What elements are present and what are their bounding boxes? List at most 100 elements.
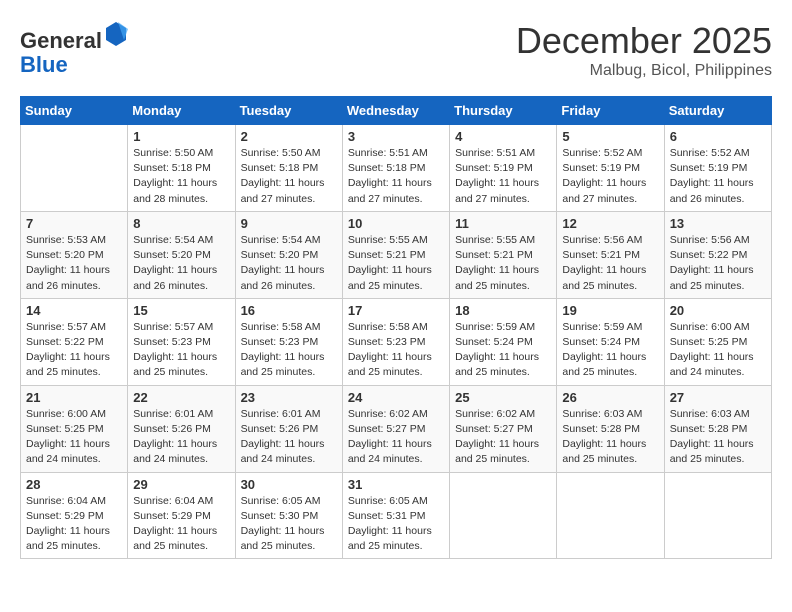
day-info: Sunrise: 6:00 AMSunset: 5:25 PMDaylight:… — [670, 320, 766, 381]
calendar-cell — [450, 472, 557, 559]
day-number: 12 — [562, 216, 658, 231]
day-header-sunday: Sunday — [21, 97, 128, 125]
day-info: Sunrise: 5:57 AMSunset: 5:23 PMDaylight:… — [133, 320, 229, 381]
day-header-thursday: Thursday — [450, 97, 557, 125]
calendar-cell: 28 Sunrise: 6:04 AMSunset: 5:29 PMDayligh… — [21, 472, 128, 559]
day-header-friday: Friday — [557, 97, 664, 125]
calendar-cell: 27 Sunrise: 6:03 AMSunset: 5:28 PMDayligh… — [664, 385, 771, 472]
day-info: Sunrise: 5:54 AMSunset: 5:20 PMDaylight:… — [133, 233, 229, 294]
day-number: 1 — [133, 129, 229, 144]
day-info: Sunrise: 5:50 AMSunset: 5:18 PMDaylight:… — [133, 146, 229, 207]
calendar-cell: 12 Sunrise: 5:56 AMSunset: 5:21 PMDayligh… — [557, 211, 664, 298]
day-number: 13 — [670, 216, 766, 231]
day-number: 9 — [241, 216, 337, 231]
calendar-cell: 30 Sunrise: 6:05 AMSunset: 5:30 PMDayligh… — [235, 472, 342, 559]
calendar-cell: 8 Sunrise: 5:54 AMSunset: 5:20 PMDaylight… — [128, 211, 235, 298]
day-number: 17 — [348, 303, 444, 318]
calendar-cell: 25 Sunrise: 6:02 AMSunset: 5:27 PMDayligh… — [450, 385, 557, 472]
day-number: 18 — [455, 303, 551, 318]
day-number: 8 — [133, 216, 229, 231]
day-number: 10 — [348, 216, 444, 231]
location-subtitle: Malbug, Bicol, Philippines — [516, 62, 772, 80]
day-info: Sunrise: 6:02 AMSunset: 5:27 PMDaylight:… — [455, 407, 551, 468]
calendar-cell: 22Sunrise: 6:01 AMSunset: 5:26 PMDayligh… — [128, 385, 235, 472]
day-info: Sunrise: 5:54 AMSunset: 5:20 PMDaylight:… — [241, 233, 337, 294]
calendar-cell — [21, 125, 128, 212]
calendar-cell: 4 Sunrise: 5:51 AMSunset: 5:19 PMDaylight… — [450, 125, 557, 212]
calendar-cell — [664, 472, 771, 559]
day-header-wednesday: Wednesday — [342, 97, 449, 125]
day-info: Sunrise: 6:04 AMSunset: 5:29 PMDaylight:… — [26, 494, 122, 555]
day-number: 31 — [348, 477, 444, 492]
day-number: 25 — [455, 390, 551, 405]
calendar-cell: 2 Sunrise: 5:50 AMSunset: 5:18 PMDaylight… — [235, 125, 342, 212]
day-number: 27 — [670, 390, 766, 405]
calendar-cell: 11 Sunrise: 5:55 AMSunset: 5:21 PMDayligh… — [450, 211, 557, 298]
day-info: Sunrise: 5:51 AMSunset: 5:19 PMDaylight:… — [455, 146, 551, 207]
day-number: 24 — [348, 390, 444, 405]
calendar-cell: 10Sunrise: 5:55 AMSunset: 5:21 PMDayligh… — [342, 211, 449, 298]
day-info: Sunrise: 6:01 AMSunset: 5:26 PMDaylight:… — [133, 407, 229, 468]
calendar-cell: 23Sunrise: 6:01 AMSunset: 5:26 PMDayligh… — [235, 385, 342, 472]
day-info: Sunrise: 6:03 AMSunset: 5:28 PMDaylight:… — [670, 407, 766, 468]
calendar-cell: 16Sunrise: 5:58 AMSunset: 5:23 PMDayligh… — [235, 298, 342, 385]
day-header-saturday: Saturday — [664, 97, 771, 125]
day-info: Sunrise: 6:04 AMSunset: 5:29 PMDaylight:… — [133, 494, 229, 555]
day-info: Sunrise: 5:52 AMSunset: 5:19 PMDaylight:… — [670, 146, 766, 207]
month-title: December 2025 — [516, 20, 772, 62]
day-number: 11 — [455, 216, 551, 231]
day-number: 2 — [241, 129, 337, 144]
calendar-cell: 6 Sunrise: 5:52 AMSunset: 5:19 PMDaylight… — [664, 125, 771, 212]
day-info: Sunrise: 5:51 AMSunset: 5:18 PMDaylight:… — [348, 146, 444, 207]
calendar-week-row: 14Sunrise: 5:57 AMSunset: 5:22 PMDayligh… — [21, 298, 772, 385]
day-number: 30 — [241, 477, 337, 492]
day-number: 4 — [455, 129, 551, 144]
day-number: 28 — [26, 477, 122, 492]
day-number: 26 — [562, 390, 658, 405]
calendar-cell: 21Sunrise: 6:00 AMSunset: 5:25 PMDayligh… — [21, 385, 128, 472]
day-number: 3 — [348, 129, 444, 144]
calendar-cell: 13Sunrise: 5:56 AMSunset: 5:22 PMDayligh… — [664, 211, 771, 298]
calendar-cell: 1 Sunrise: 5:50 AMSunset: 5:18 PMDaylight… — [128, 125, 235, 212]
day-number: 21 — [26, 390, 122, 405]
day-info: Sunrise: 6:05 AMSunset: 5:30 PMDaylight:… — [241, 494, 337, 555]
day-number: 15 — [133, 303, 229, 318]
calendar-cell: 31 Sunrise: 6:05 AMSunset: 5:31 PMDayligh… — [342, 472, 449, 559]
day-info: Sunrise: 5:53 AMSunset: 5:20 PMDaylight:… — [26, 233, 122, 294]
calendar-week-row: 7 Sunrise: 5:53 AMSunset: 5:20 PMDaylight… — [21, 211, 772, 298]
day-number: 7 — [26, 216, 122, 231]
logo: General Blue — [20, 20, 128, 77]
day-info: Sunrise: 5:59 AMSunset: 5:24 PMDaylight:… — [455, 320, 551, 381]
day-info: Sunrise: 5:58 AMSunset: 5:23 PMDaylight:… — [348, 320, 444, 381]
calendar-cell: 18 Sunrise: 5:59 AMSunset: 5:24 PMDayligh… — [450, 298, 557, 385]
logo-icon — [104, 20, 128, 48]
calendar-cell: 3 Sunrise: 5:51 AMSunset: 5:18 PMDaylight… — [342, 125, 449, 212]
calendar-cell: 26Sunrise: 6:03 AMSunset: 5:28 PMDayligh… — [557, 385, 664, 472]
calendar-cell: 14Sunrise: 5:57 AMSunset: 5:22 PMDayligh… — [21, 298, 128, 385]
day-number: 20 — [670, 303, 766, 318]
calendar-week-row: 1 Sunrise: 5:50 AMSunset: 5:18 PMDaylight… — [21, 125, 772, 212]
calendar-cell: 7 Sunrise: 5:53 AMSunset: 5:20 PMDaylight… — [21, 211, 128, 298]
calendar-cell: 9 Sunrise: 5:54 AMSunset: 5:20 PMDaylight… — [235, 211, 342, 298]
day-number: 6 — [670, 129, 766, 144]
logo-blue: Blue — [20, 52, 68, 77]
day-number: 5 — [562, 129, 658, 144]
day-number: 19 — [562, 303, 658, 318]
day-number: 29 — [133, 477, 229, 492]
calendar-cell — [557, 472, 664, 559]
calendar-cell: 24 Sunrise: 6:02 AMSunset: 5:27 PMDayligh… — [342, 385, 449, 472]
day-info: Sunrise: 6:01 AMSunset: 5:26 PMDaylight:… — [241, 407, 337, 468]
day-info: Sunrise: 5:59 AMSunset: 5:24 PMDaylight:… — [562, 320, 658, 381]
calendar-cell: 29 Sunrise: 6:04 AMSunset: 5:29 PMDayligh… — [128, 472, 235, 559]
day-info: Sunrise: 6:02 AMSunset: 5:27 PMDaylight:… — [348, 407, 444, 468]
day-info: Sunrise: 6:05 AMSunset: 5:31 PMDaylight:… — [348, 494, 444, 555]
calendar-cell: 15 Sunrise: 5:57 AMSunset: 5:23 PMDayligh… — [128, 298, 235, 385]
day-info: Sunrise: 5:55 AMSunset: 5:21 PMDaylight:… — [455, 233, 551, 294]
title-block: December 2025 Malbug, Bicol, Philippines — [516, 20, 772, 80]
day-info: Sunrise: 5:56 AMSunset: 5:21 PMDaylight:… — [562, 233, 658, 294]
calendar-cell: 17 Sunrise: 5:58 AMSunset: 5:23 PMDayligh… — [342, 298, 449, 385]
day-info: Sunrise: 5:50 AMSunset: 5:18 PMDaylight:… — [241, 146, 337, 207]
calendar-cell: 20 Sunrise: 6:00 AMSunset: 5:25 PMDayligh… — [664, 298, 771, 385]
calendar-header-row: SundayMondayTuesdayWednesdayThursdayFrid… — [21, 97, 772, 125]
day-header-monday: Monday — [128, 97, 235, 125]
